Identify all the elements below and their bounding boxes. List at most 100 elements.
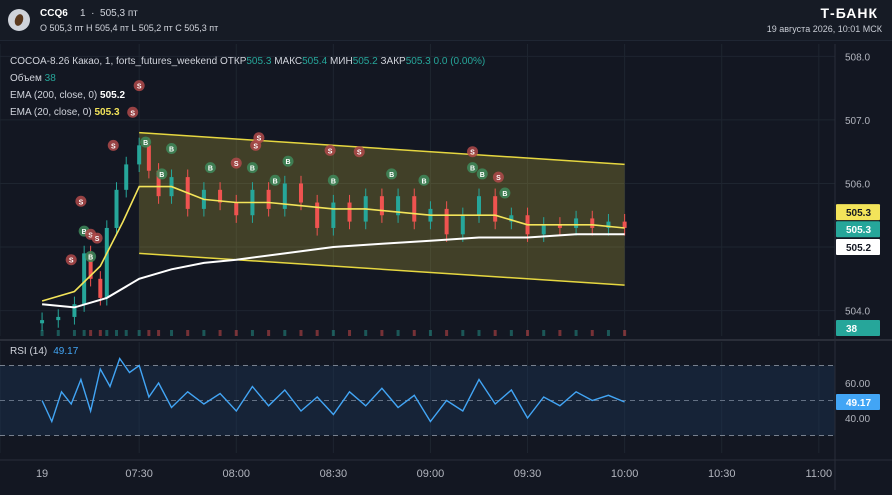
buy-signal-marker[interactable]: B xyxy=(156,168,168,180)
ema200-label[interactable]: EMA (200, close, 0) xyxy=(10,90,97,101)
interval-value[interactable]: 1 xyxy=(80,8,86,19)
volume-bar xyxy=(558,330,562,336)
time-axis-label: 10:00 xyxy=(611,468,639,480)
sell-signal-marker[interactable]: S xyxy=(230,157,242,169)
buy-signal-marker[interactable]: B xyxy=(499,187,511,199)
ohlc-summary: O 505,3 пт H 505,4 пт L 505,2 пт C 505,3… xyxy=(40,23,219,33)
ema20-value: 505.3 xyxy=(94,107,120,118)
signal-label: B xyxy=(389,172,394,179)
rsi-label[interactable]: RSI (14) xyxy=(10,346,47,357)
ema200-legend-row: EMA (200, close, 0) 505.2 xyxy=(10,87,485,104)
rsi-badge-text: 49.17 xyxy=(846,398,871,409)
buy-signal-marker[interactable]: B xyxy=(85,251,97,263)
sell-signal-marker[interactable]: S xyxy=(324,144,336,156)
sell-signal-marker[interactable]: S xyxy=(492,171,504,183)
signal-label: B xyxy=(421,178,426,185)
buy-signal-marker[interactable]: B xyxy=(386,168,398,180)
signal-label: B xyxy=(502,191,507,198)
buy-signal-marker[interactable]: B xyxy=(204,162,216,174)
signal-label: B xyxy=(159,172,164,179)
legend-title-row: COCOA-8.26 Какао, 1, forts_futures_weeke… xyxy=(10,53,485,70)
buy-signal-marker[interactable]: B xyxy=(140,136,152,148)
volume-bar xyxy=(98,330,102,336)
candle-body xyxy=(493,196,498,222)
close-label: ЗАКР xyxy=(380,56,406,67)
buy-signal-marker[interactable]: B xyxy=(246,162,258,174)
signal-label: B xyxy=(470,166,475,173)
signal-label: B xyxy=(143,140,148,147)
volume-bar xyxy=(137,330,141,336)
chart-legend: COCOA-8.26 Какао, 1, forts_futures_weeke… xyxy=(10,53,485,121)
volume-bar xyxy=(56,330,60,336)
signal-label: S xyxy=(234,161,239,168)
sell-signal-marker[interactable]: S xyxy=(353,146,365,158)
signal-label: B xyxy=(169,147,174,154)
close-price-badge-text: 505.3 xyxy=(846,225,871,236)
candle-body xyxy=(622,221,627,228)
volume-bar xyxy=(299,330,303,336)
sell-signal-marker[interactable]: S xyxy=(107,139,119,151)
instrument-title[interactable]: COCOA-8.26 Какао, 1, forts_futures_weeke… xyxy=(10,56,217,67)
buy-signal-marker[interactable]: B xyxy=(282,155,294,167)
sell-signal-marker[interactable]: S xyxy=(91,232,103,244)
volume-bar xyxy=(218,330,222,336)
signal-label: B xyxy=(208,166,213,173)
last-price: 505,3 пт xyxy=(100,8,138,19)
sell-signal-marker[interactable]: S xyxy=(65,254,77,266)
rsi-badge: 49.17 xyxy=(836,393,880,410)
ema20-legend-row: EMA (20, close, 0) 505.3 xyxy=(10,104,485,121)
signal-label: S xyxy=(79,199,84,206)
candle-body xyxy=(412,196,417,222)
candle-body xyxy=(379,196,384,216)
buy-signal-marker[interactable]: B xyxy=(269,174,281,186)
interval-and-price: 1 · 505,3 пт xyxy=(80,8,138,19)
ema20-label[interactable]: EMA (20, close, 0) xyxy=(10,107,92,118)
volume-legend-row: Объем 38 xyxy=(10,70,485,87)
volume-bar xyxy=(267,330,271,336)
buy-signal-marker[interactable]: B xyxy=(476,168,488,180)
candle-body xyxy=(574,218,579,228)
buy-signal-marker[interactable]: B xyxy=(418,174,430,186)
ema200-price-badge: 505.2 xyxy=(836,239,880,256)
volume-label[interactable]: Объем xyxy=(10,73,42,84)
volume-bar xyxy=(331,330,335,336)
volume-bar xyxy=(590,330,594,336)
volume-bar xyxy=(364,330,368,336)
sell-signal-marker[interactable]: S xyxy=(467,146,479,158)
volume-bar xyxy=(606,330,610,336)
volume-bar xyxy=(202,330,206,336)
low-label: МИН xyxy=(329,56,353,67)
change-value: 0.0 (0.00%) xyxy=(433,56,486,67)
close-price-badge: 505.3 xyxy=(836,221,880,238)
volume-bar xyxy=(72,330,76,336)
volume-bar xyxy=(542,330,546,336)
sell-signal-marker[interactable]: S xyxy=(75,195,87,207)
signal-label: B xyxy=(286,159,291,166)
buy-signal-marker[interactable]: B xyxy=(467,162,479,174)
signal-label: S xyxy=(257,136,262,143)
volume-value: 38 xyxy=(44,73,56,84)
symbol-ticker[interactable]: CCQ6 xyxy=(40,8,68,19)
open-value: 505.3 xyxy=(246,56,272,67)
volume-bar xyxy=(89,330,93,336)
sell-signal-marker[interactable]: S xyxy=(253,132,265,144)
time-axis-label: 08:00 xyxy=(222,468,250,480)
volume-bar xyxy=(124,330,128,336)
buy-signal-marker[interactable]: B xyxy=(327,174,339,186)
volume-bar xyxy=(234,330,238,336)
volume-badge: 38 xyxy=(836,320,880,336)
rsi-axis-label: 60.00 xyxy=(845,379,870,390)
price-axis-label: 507.0 xyxy=(845,116,870,127)
candle-body xyxy=(40,320,45,324)
volume-bar xyxy=(461,330,465,336)
candle-body xyxy=(114,189,119,228)
candle-body xyxy=(98,278,103,298)
volume-bar xyxy=(526,330,530,336)
signal-label: S xyxy=(470,150,475,157)
candle-body xyxy=(282,183,287,209)
candle-body xyxy=(104,227,109,298)
buy-signal-marker[interactable]: B xyxy=(166,143,178,155)
signal-label: S xyxy=(69,258,74,265)
volume-bar xyxy=(428,330,432,336)
candle-body xyxy=(124,164,129,190)
